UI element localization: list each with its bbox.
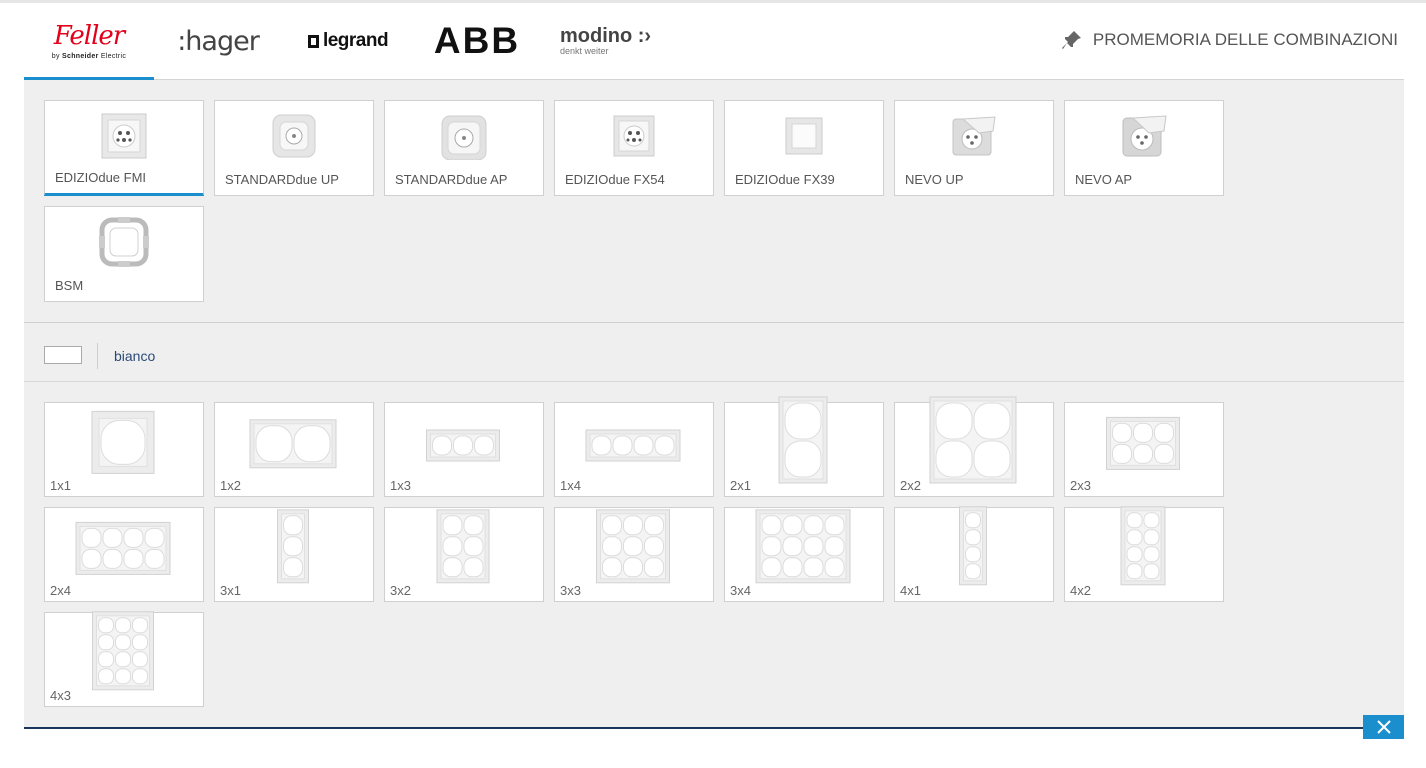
frame-card-3x1[interactable]: 3x1 bbox=[214, 507, 374, 602]
legrand-logo-text: legrand bbox=[322, 30, 389, 51]
product-card-nevo-up[interactable]: NEVO UP bbox=[894, 100, 1054, 196]
color-name[interactable]: bianco bbox=[114, 348, 155, 364]
abb-logo-text: ABB bbox=[433, 20, 521, 61]
divider bbox=[97, 343, 98, 369]
frame-preview-icon bbox=[249, 418, 337, 468]
frame-card-1x3[interactable]: 1x3 bbox=[384, 402, 544, 497]
frame-label: 2x3 bbox=[1070, 478, 1091, 493]
product-card-nevo-ap[interactable]: NEVO AP bbox=[1064, 100, 1224, 196]
frame-card-4x2[interactable]: 4x2 bbox=[1064, 505, 1224, 602]
outdoor-socket-icon bbox=[1122, 115, 1167, 157]
product-card-standarddue-up[interactable]: STANDARDdue UP bbox=[214, 100, 374, 196]
product-card-ediziodue-fx54[interactable]: EDIZIOdue FX54 bbox=[554, 100, 714, 196]
frame-label: 1x3 bbox=[390, 478, 411, 493]
frame-label: 2x2 bbox=[900, 478, 921, 493]
brand-tab-abb[interactable]: ABB bbox=[432, 3, 522, 79]
frame-card-2x4[interactable]: 2x4 bbox=[44, 507, 204, 602]
frame-label: 4x3 bbox=[50, 688, 71, 703]
frame-preview-icon bbox=[1106, 416, 1180, 470]
brand-tab-modino[interactable]: modino :› denkt weiter bbox=[560, 3, 660, 79]
frame-preview-icon bbox=[959, 505, 987, 585]
brand-tab-legrand[interactable]: legrand bbox=[300, 3, 396, 79]
modino-tagline: denkt weiter bbox=[560, 46, 609, 56]
product-card-standarddue-ap[interactable]: STANDARDdue AP bbox=[384, 100, 544, 196]
combination-reminder-button[interactable]: PROMEMORIA DELLE COMBINAZIONI bbox=[1061, 25, 1398, 55]
bottom-divider bbox=[24, 727, 1404, 729]
frame-preview-icon bbox=[277, 508, 309, 583]
socket-icon bbox=[613, 115, 655, 157]
socket-icon bbox=[101, 113, 147, 159]
frame-card-1x1[interactable]: 1x1 bbox=[44, 402, 204, 497]
brand-tab-feller[interactable]: Feller by Schneider Electric bbox=[24, 3, 154, 80]
frame-card-3x2[interactable]: 3x2 bbox=[384, 507, 544, 602]
socket-icon bbox=[272, 114, 316, 158]
frame-card-4x1[interactable]: 4x1 bbox=[894, 505, 1054, 602]
frame-preview-icon bbox=[75, 521, 171, 575]
frame-label: 3x3 bbox=[560, 583, 581, 598]
frame-preview-icon bbox=[929, 396, 1017, 483]
frame-card-2x3[interactable]: 2x3 bbox=[1064, 402, 1224, 497]
frame-card-4x3[interactable]: 4x3 bbox=[44, 610, 204, 707]
frame-card-3x3[interactable]: 3x3 bbox=[554, 507, 714, 602]
frame-label: 2x4 bbox=[50, 583, 71, 598]
close-button[interactable] bbox=[1363, 715, 1404, 739]
feller-logo-text: Feller bbox=[53, 20, 125, 51]
frame-preview-icon bbox=[778, 396, 828, 483]
color-swatch-bianco[interactable] bbox=[44, 346, 82, 364]
pin-icon bbox=[1061, 31, 1081, 49]
frame-label: 4x2 bbox=[1070, 583, 1091, 598]
outdoor-socket-icon bbox=[952, 116, 996, 156]
product-card-ediziodue-fx39[interactable]: EDIZIOdue FX39 bbox=[724, 100, 884, 196]
color-section: bianco bbox=[24, 323, 1404, 382]
mounting-frame-icon bbox=[99, 217, 149, 267]
blank-plate-icon bbox=[785, 117, 823, 155]
product-label: NEVO UP bbox=[905, 172, 964, 187]
frame-label: 3x2 bbox=[390, 583, 411, 598]
legrand-mark-icon bbox=[307, 34, 319, 48]
frame-card-2x1[interactable]: 2x1 bbox=[724, 396, 884, 497]
frame-combinations-section: 1x1 1x2 1x3 1x4 2x1 2x2 2x3 2x4 3x1 3x2 3x3 3x4 4x1 4… bbox=[24, 382, 1404, 727]
frame-label: 1x1 bbox=[50, 478, 71, 493]
frame-preview-icon bbox=[596, 508, 670, 583]
product-line-section: EDIZIOdue FMI STANDARDdue UP STANDARDdue… bbox=[24, 80, 1404, 323]
frame-label: 2x1 bbox=[730, 478, 751, 493]
frame-card-1x2[interactable]: 1x2 bbox=[214, 402, 374, 497]
product-label: BSM bbox=[55, 278, 84, 293]
frame-label: 1x4 bbox=[560, 478, 581, 493]
frame-label: 3x1 bbox=[220, 583, 241, 598]
product-card-bsm[interactable]: BSM bbox=[44, 206, 204, 302]
frame-preview-icon bbox=[91, 410, 155, 474]
configurator-panel: EDIZIOdue FMI STANDARDdue UP STANDARDdue… bbox=[24, 80, 1404, 727]
frame-preview-icon bbox=[436, 508, 490, 583]
frame-preview-icon bbox=[1120, 505, 1166, 585]
product-label: EDIZIOdue FX54 bbox=[565, 172, 665, 187]
product-label: EDIZIOdue FX39 bbox=[735, 172, 835, 187]
frame-preview-icon bbox=[426, 429, 500, 461]
frame-card-1x4[interactable]: 1x4 bbox=[554, 402, 714, 497]
product-label: EDIZIOdue FMI bbox=[55, 170, 147, 185]
frame-card-3x4[interactable]: 3x4 bbox=[724, 507, 884, 602]
close-icon bbox=[1376, 720, 1391, 734]
modino-logo-text: modino :› bbox=[560, 25, 652, 47]
frame-label: 4x1 bbox=[900, 583, 921, 598]
product-label: NEVO AP bbox=[1075, 172, 1133, 187]
brand-tab-hager[interactable]: :hager bbox=[170, 3, 266, 79]
combination-reminder-label: PROMEMORIA DELLE COMBINAZIONI bbox=[1092, 30, 1398, 49]
frame-label: 1x2 bbox=[220, 478, 241, 493]
product-card-ediziodue-fmi[interactable]: EDIZIOdue FMI bbox=[44, 100, 204, 196]
product-label: STANDARDdue AP bbox=[395, 172, 508, 187]
frame-label: 3x4 bbox=[730, 583, 751, 598]
hager-logo-text: :hager bbox=[177, 25, 260, 57]
frame-preview-icon bbox=[92, 610, 154, 690]
brand-header: Feller by Schneider Electric :hager legr… bbox=[24, 3, 1404, 80]
frame-preview-icon bbox=[755, 508, 851, 583]
feller-byline: by Schneider Electric bbox=[51, 52, 127, 60]
frame-preview-icon bbox=[585, 429, 681, 461]
frame-card-2x2[interactable]: 2x2 bbox=[894, 396, 1054, 497]
socket-icon bbox=[441, 115, 487, 160]
product-label: STANDARDdue UP bbox=[225, 172, 339, 187]
